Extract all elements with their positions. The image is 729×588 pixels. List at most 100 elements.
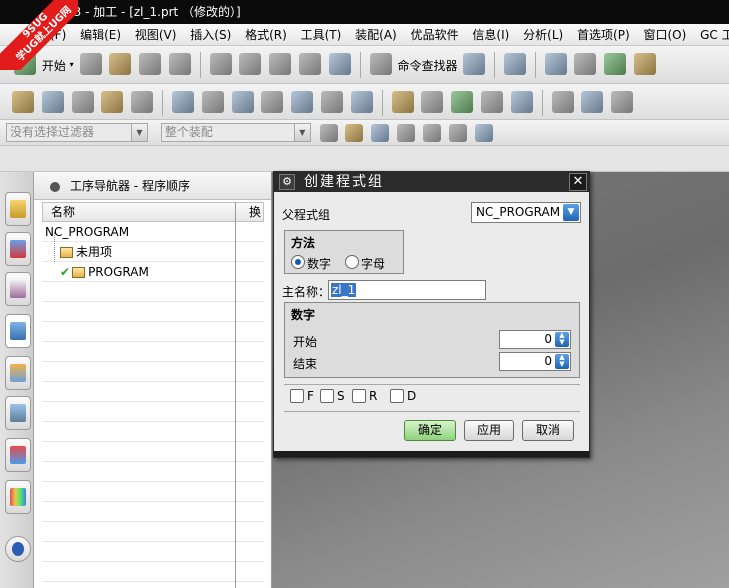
delete-icon[interactable] bbox=[299, 53, 322, 75]
spin-arrows-icon[interactable]: ▲ ▼ bbox=[555, 354, 569, 369]
menu-analysis[interactable]: 分析(L) bbox=[518, 24, 568, 45]
list-path-icon[interactable] bbox=[261, 91, 284, 113]
column-tool-change[interactable]: 换 bbox=[249, 203, 261, 221]
verify-path-icon[interactable] bbox=[231, 91, 254, 113]
tab-part-navigator[interactable] bbox=[5, 272, 31, 306]
rectangle-select-icon[interactable] bbox=[422, 124, 441, 142]
menu-youpin[interactable]: 优品软件 bbox=[406, 24, 464, 45]
tree-row-nc-program[interactable]: NC_PROGRAM bbox=[42, 222, 264, 242]
save-icon[interactable] bbox=[139, 53, 162, 75]
create-tool-icon[interactable] bbox=[41, 91, 64, 113]
tree-icon[interactable] bbox=[551, 91, 574, 113]
paste-icon[interactable] bbox=[269, 53, 292, 75]
copy-icon[interactable] bbox=[239, 53, 262, 75]
render-icon[interactable] bbox=[574, 53, 597, 75]
create-method-icon[interactable] bbox=[101, 91, 124, 113]
cancel-button[interactable]: 取消 bbox=[522, 420, 574, 441]
tab-history[interactable] bbox=[5, 438, 31, 472]
menu-gc-toolbox[interactable]: GC 工具箱 bbox=[695, 24, 729, 45]
constraint-icon bbox=[10, 240, 26, 258]
create-program-icon[interactable] bbox=[12, 91, 34, 113]
gear-icon[interactable]: ⚙ bbox=[279, 174, 295, 190]
tool-info-icon[interactable] bbox=[481, 91, 504, 113]
tab-web-browser[interactable] bbox=[5, 396, 31, 430]
clock-icon[interactable] bbox=[611, 91, 634, 113]
type-filter-select[interactable]: 没有选择过滤器 ▼ bbox=[6, 123, 148, 142]
tree-row-unused-items[interactable]: 未用项 bbox=[42, 242, 264, 262]
radio-number-label: 数字 bbox=[307, 257, 332, 271]
menu-insert[interactable]: 插入(S) bbox=[185, 24, 236, 45]
start-stepper[interactable]: 0 ▲ ▼ bbox=[499, 330, 571, 349]
main-name-label: 主名称： bbox=[282, 285, 331, 299]
tab-assembly-navigator[interactable] bbox=[5, 192, 31, 226]
info-icon[interactable] bbox=[503, 53, 526, 75]
select-mode-icon[interactable] bbox=[397, 124, 416, 142]
shaded-icon[interactable] bbox=[448, 124, 467, 142]
parent-group-select[interactable]: NC_PROGRAM ▼ bbox=[471, 202, 581, 223]
checkbox-s[interactable] bbox=[320, 389, 334, 403]
measure-icon[interactable] bbox=[421, 91, 444, 113]
type-filter-value: 没有选择过滤器 bbox=[10, 125, 95, 139]
menu-preferences[interactable]: 首选项(P) bbox=[572, 24, 635, 45]
menu-window[interactable]: 窗口(O) bbox=[638, 24, 691, 45]
tab-operation-navigator[interactable] bbox=[5, 314, 31, 348]
cube-icon[interactable] bbox=[474, 124, 493, 142]
create-operation-icon[interactable] bbox=[131, 91, 154, 113]
tree-label: PROGRAM bbox=[88, 265, 149, 279]
tab-constraint-navigator[interactable] bbox=[5, 232, 31, 266]
assembly-icon bbox=[10, 200, 26, 218]
report-icon[interactable] bbox=[581, 91, 604, 113]
replay-path-icon[interactable] bbox=[201, 91, 224, 113]
command-finder-button[interactable]: 命令查找器 bbox=[397, 57, 457, 74]
tab-help[interactable] bbox=[5, 536, 31, 562]
ok-button[interactable]: 确定 bbox=[404, 420, 456, 441]
chevron-down-icon[interactable]: ▼ bbox=[293, 124, 310, 141]
chevron-down-icon[interactable]: ▼ bbox=[563, 204, 579, 221]
ruler-icon[interactable] bbox=[391, 91, 414, 113]
column-name[interactable]: 名称 bbox=[51, 203, 75, 221]
filter-options-icon[interactable] bbox=[319, 124, 338, 142]
orient-icon[interactable] bbox=[634, 53, 657, 75]
postprocess-icon[interactable] bbox=[291, 91, 314, 113]
assembly-scope-select[interactable]: 整个装配 ▼ bbox=[160, 123, 311, 142]
pin-icon[interactable] bbox=[50, 181, 60, 192]
create-geometry-icon[interactable] bbox=[71, 91, 94, 113]
tab-machine-tool-navigator[interactable] bbox=[5, 356, 31, 390]
generate-path-icon[interactable] bbox=[171, 91, 194, 113]
new-file-icon[interactable] bbox=[79, 53, 102, 75]
menu-tools[interactable]: 工具(T) bbox=[296, 24, 347, 45]
close-icon[interactable]: ✕ bbox=[569, 173, 587, 191]
print-icon[interactable] bbox=[169, 53, 191, 75]
snap-icon[interactable] bbox=[345, 124, 364, 142]
tree-row-program[interactable]: ✔ PROGRAM bbox=[42, 262, 264, 282]
spin-arrows-icon[interactable]: ▲ ▼ bbox=[555, 332, 569, 347]
main-name-input[interactable]: zl_1 bbox=[328, 280, 486, 300]
snap-point-icon[interactable] bbox=[371, 124, 390, 142]
compare-icon[interactable] bbox=[510, 91, 533, 113]
checkbox-r[interactable] bbox=[352, 389, 366, 403]
checkbox-f[interactable] bbox=[290, 389, 304, 403]
menu-view[interactable]: 视图(V) bbox=[130, 24, 182, 45]
menu-edit[interactable]: 编辑(E) bbox=[75, 24, 126, 45]
fit-view-icon[interactable] bbox=[544, 53, 567, 75]
cut-icon[interactable] bbox=[209, 53, 232, 75]
undo-icon[interactable] bbox=[328, 53, 351, 75]
apply-button[interactable]: 应用 bbox=[464, 420, 514, 441]
chevron-down-icon[interactable]: ▼ bbox=[131, 124, 147, 141]
output-cls-icon[interactable] bbox=[350, 91, 373, 113]
tab-palettes[interactable] bbox=[5, 480, 31, 514]
method-title: 方法 bbox=[291, 236, 316, 250]
globe-icon[interactable] bbox=[604, 53, 627, 75]
menu-format[interactable]: 格式(R) bbox=[240, 24, 292, 45]
radio-number[interactable] bbox=[291, 255, 305, 269]
radio-letter[interactable] bbox=[345, 255, 359, 269]
shop-doc-icon[interactable] bbox=[321, 91, 344, 113]
layout-icon[interactable] bbox=[463, 53, 486, 75]
menu-info[interactable]: 信息(I) bbox=[467, 24, 514, 45]
end-stepper[interactable]: 0 ▲ ▼ bbox=[499, 352, 571, 371]
part-icon[interactable] bbox=[451, 91, 474, 113]
checkbox-d[interactable] bbox=[390, 389, 404, 403]
menu-assembly[interactable]: 装配(A) bbox=[350, 24, 402, 45]
open-file-icon[interactable] bbox=[109, 53, 132, 75]
binoculars-icon[interactable] bbox=[369, 53, 392, 75]
